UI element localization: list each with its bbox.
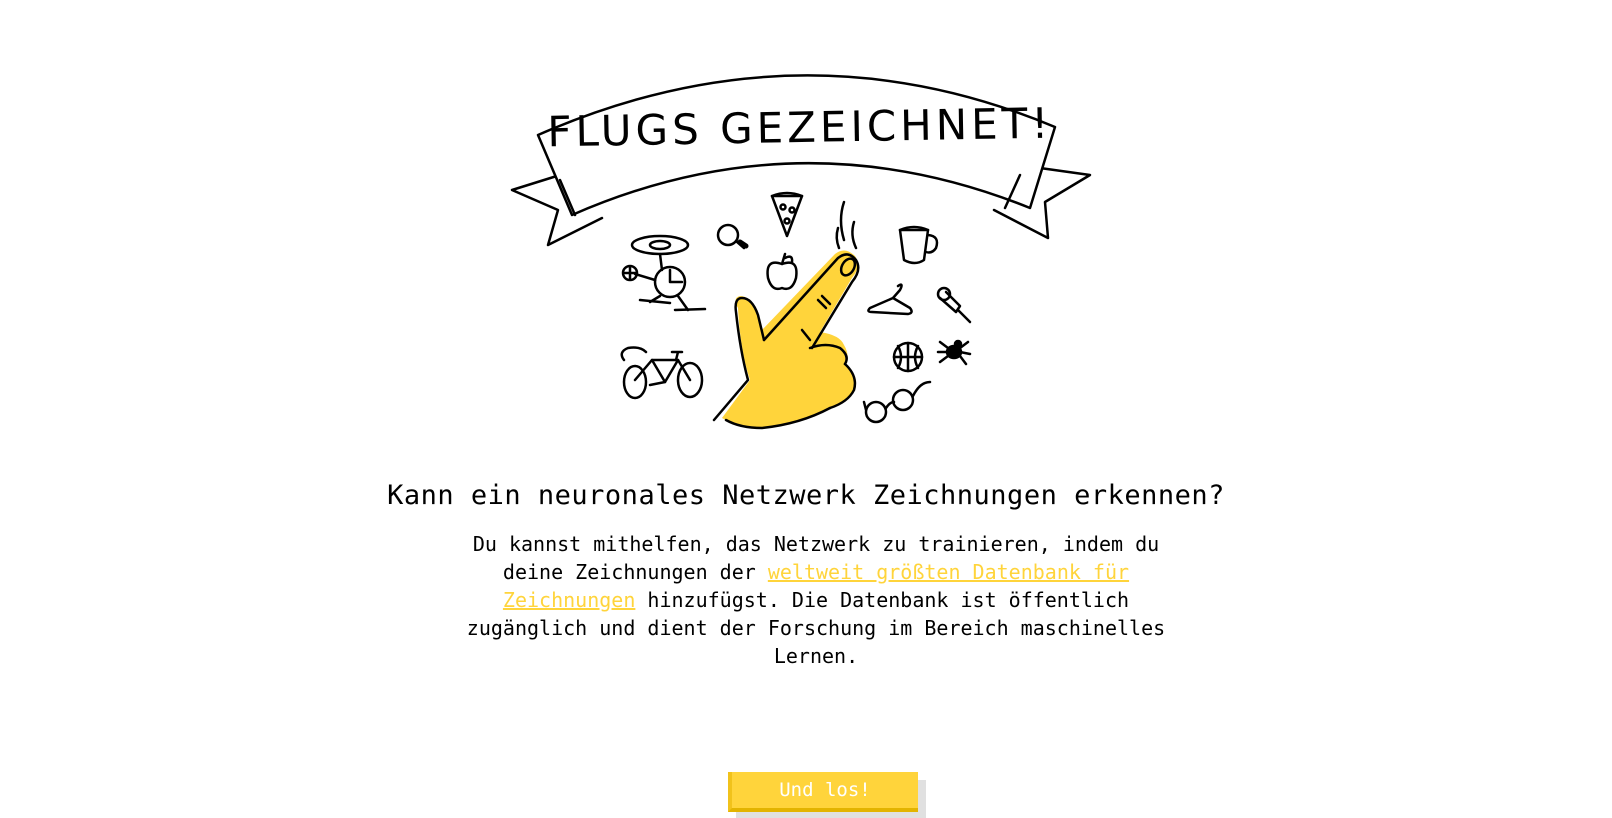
basketball-icon: [892, 341, 924, 373]
banner-text: FLUGS GEZEICHNET!: [547, 99, 1053, 157]
mug-icon: [898, 225, 939, 265]
banner-ribbon: FLUGS GEZEICHNET!: [510, 74, 1092, 247]
bicycle-icon: [620, 346, 704, 400]
pushpin-icon: [936, 286, 972, 324]
helicopter-icon: [621, 234, 707, 312]
pointing-hand-icon: [712, 250, 860, 430]
spider-icon: [936, 339, 972, 366]
intro-paragraph: Du kannst mithelfen, das Netzwerk zu tra…: [466, 530, 1166, 670]
start-button-wrap: Und los!: [728, 772, 926, 818]
start-button[interactable]: Und los!: [728, 772, 918, 812]
apple-icon: [766, 252, 798, 291]
hanger-icon: [867, 283, 913, 316]
pizza-icon: [770, 191, 804, 238]
hero-illustration: FLUGS GEZEICHNET!: [500, 30, 1120, 460]
steam-lines: [835, 200, 858, 250]
lightbulb-icon: [716, 223, 749, 250]
headline: Kann ein neuronales Netzwerk Zeichnungen…: [387, 480, 1225, 511]
eyeglasses-icon: [862, 380, 932, 424]
